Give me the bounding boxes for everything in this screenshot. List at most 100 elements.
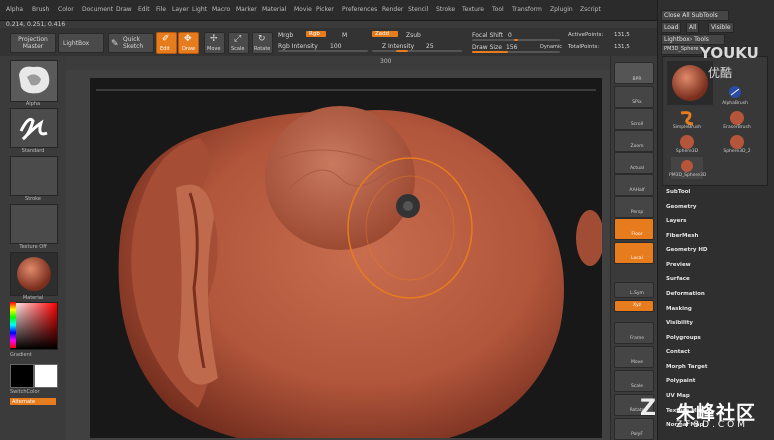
color-picker[interactable]: [10, 302, 58, 350]
menu-color[interactable]: Color: [58, 6, 74, 13]
floor-button[interactable]: Floor: [614, 218, 654, 240]
menu-brush[interactable]: Brush: [32, 6, 49, 13]
persp-button[interactable]: Persp: [614, 196, 654, 218]
draw-button[interactable]: ✥ Draw: [178, 32, 199, 54]
menu-zplugin[interactable]: Zplugin: [550, 6, 573, 13]
material-thumbnail[interactable]: [10, 252, 58, 296]
lsym-button[interactable]: L.Sym: [614, 282, 654, 298]
switch-color-label[interactable]: SwitchColor: [10, 389, 56, 395]
z-intensity-value[interactable]: 25: [426, 43, 434, 50]
sculpt-model[interactable]: [90, 78, 602, 438]
spix-button[interactable]: SPix: [614, 86, 654, 108]
canvas-area[interactable]: 300: [66, 56, 610, 440]
main-color-swatch[interactable]: [10, 364, 34, 388]
polygroups-menu[interactable]: Polygroups: [666, 335, 701, 341]
menu-tool[interactable]: Tool: [492, 6, 504, 13]
move-button[interactable]: ✢ Move: [204, 32, 225, 54]
actual-button[interactable]: Actual: [614, 152, 654, 174]
rgb-intensity-value[interactable]: 100: [330, 43, 341, 50]
menu-stroke[interactable]: Stroke: [436, 6, 455, 13]
menu-picker[interactable]: Picker: [316, 6, 334, 13]
local-button[interactable]: Local: [614, 242, 654, 264]
morph-target-menu[interactable]: Morph Target: [666, 364, 708, 370]
menu-layer[interactable]: Layer: [172, 6, 189, 13]
dynamic-toggle[interactable]: Dynamic: [540, 44, 562, 50]
projection-master-button[interactable]: Projection Master: [10, 33, 56, 53]
menu-material[interactable]: Material: [262, 6, 286, 13]
secondary-color-swatch[interactable]: [34, 364, 58, 388]
all-button[interactable]: All: [686, 22, 700, 33]
menu-macro[interactable]: Macro: [212, 6, 230, 13]
xyz-button[interactable]: Xyz: [614, 300, 654, 312]
preview-menu[interactable]: Preview: [666, 262, 691, 268]
z-intensity-slider[interactable]: [372, 50, 462, 52]
zoom-button[interactable]: Zoom: [614, 130, 654, 152]
polypaint-menu[interactable]: Polypaint: [666, 378, 695, 384]
alternate-button[interactable]: Alternate: [10, 398, 56, 405]
menu-render[interactable]: Render: [382, 6, 403, 13]
menu-zscript[interactable]: Zscript: [580, 6, 601, 13]
contact-menu[interactable]: Contact: [666, 349, 690, 355]
alpha-brush-label: AlphaBrush: [722, 101, 748, 106]
zadd-toggle[interactable]: Zadd: [372, 31, 398, 37]
stroke-thumbnail[interactable]: [10, 108, 58, 148]
menu-texture[interactable]: Texture: [462, 6, 484, 13]
visible-button[interactable]: Visible: [708, 22, 734, 33]
frame-button[interactable]: Frame: [614, 322, 654, 344]
load-button[interactable]: Load: [661, 22, 682, 33]
draw-size-value[interactable]: 156: [506, 44, 517, 51]
lightbox-button[interactable]: LightBox: [58, 33, 104, 53]
close-all-subtools-button[interactable]: Close All SubTools: [661, 10, 729, 21]
menu-alpha[interactable]: Alpha: [6, 6, 23, 13]
rgb-intensity-slider[interactable]: [278, 50, 368, 52]
masking-menu[interactable]: Masking: [666, 306, 692, 312]
m-toggle[interactable]: M: [342, 32, 347, 39]
menu-movie[interactable]: Movie: [294, 6, 312, 13]
menu-document[interactable]: Document: [82, 6, 113, 13]
current-tool-name[interactable]: PM3D_Sphere: [661, 44, 703, 55]
menu-transform[interactable]: Transform: [512, 6, 542, 13]
youku-watermark: YOUKU: [700, 44, 759, 62]
menu-draw[interactable]: Draw: [116, 6, 132, 13]
menu-edit[interactable]: Edit: [138, 6, 150, 13]
visibility-menu[interactable]: Visibility: [666, 320, 693, 326]
bpr-button[interactable]: BPR: [614, 62, 654, 84]
scale-button[interactable]: ⤢ Scale: [228, 32, 249, 54]
menu-preferences[interactable]: Preferences: [342, 6, 377, 13]
layers-menu[interactable]: Layers: [666, 218, 686, 224]
zsub-toggle[interactable]: Zsub: [406, 32, 421, 39]
current-tool-preview[interactable]: [667, 61, 713, 105]
draw-size-fill: [472, 51, 508, 53]
geometry-hd-menu[interactable]: Geometry HD: [666, 247, 708, 253]
fibermesh-menu[interactable]: FiberMesh: [666, 233, 698, 239]
zf3d-url-watermark: ZF3D.COM: [676, 420, 748, 430]
move-view-button[interactable]: Move: [614, 346, 654, 368]
hue-strip[interactable]: [10, 302, 16, 348]
ruler-value: 300: [380, 58, 392, 65]
focal-shift-value[interactable]: 0: [508, 32, 512, 39]
menu-stencil[interactable]: Stencil: [408, 6, 428, 13]
menu-light[interactable]: Light: [192, 6, 207, 13]
scale-view-button[interactable]: Scale: [614, 370, 654, 392]
edit-icon: ✐: [162, 34, 170, 44]
rgb-toggle[interactable]: Rgb: [306, 31, 326, 37]
geometry-menu[interactable]: Geometry: [666, 204, 696, 210]
texture-thumbnail[interactable]: [10, 156, 58, 196]
top-toolbar: Projection Master LightBox ✎ Quick Sketc…: [0, 28, 657, 57]
document-viewport[interactable]: [90, 78, 602, 438]
menu-marker[interactable]: Marker: [236, 6, 257, 13]
deformation-menu[interactable]: Deformation: [666, 291, 705, 297]
mrgb-toggle[interactable]: Mrgb: [278, 32, 293, 39]
focal-shift-fill: [514, 39, 518, 41]
polyf-button[interactable]: PolyF: [614, 418, 654, 440]
edit-button[interactable]: ✐ Edit: [156, 32, 177, 54]
scroll-button[interactable]: Scroll: [614, 108, 654, 130]
subtool-menu[interactable]: SubTool: [666, 189, 690, 195]
surface-menu[interactable]: Surface: [666, 276, 690, 282]
rotate-button[interactable]: ↻ Rotate: [252, 32, 273, 54]
quick-sketch-button[interactable]: ✎ Quick Sketch: [108, 33, 154, 53]
aahalf-button[interactable]: AAHalf: [614, 174, 654, 196]
menu-file[interactable]: File: [156, 6, 166, 13]
texture-off-thumbnail[interactable]: [10, 204, 58, 244]
alpha-thumbnail[interactable]: [10, 60, 58, 102]
